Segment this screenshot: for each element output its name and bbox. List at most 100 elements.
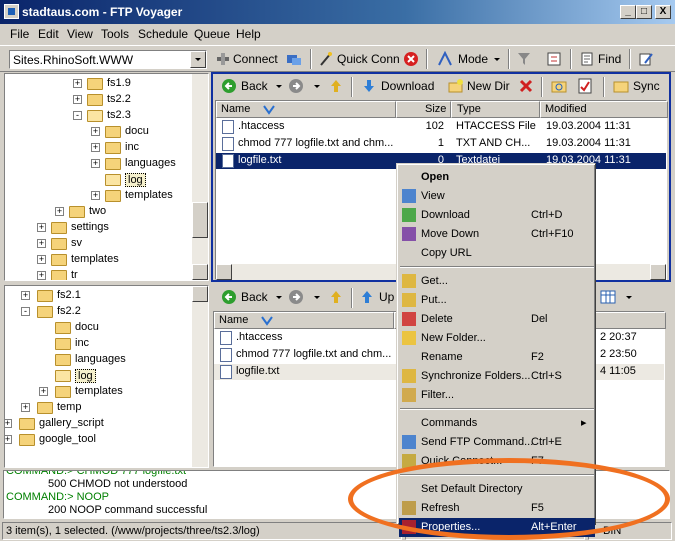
menu-edit[interactable]: Edit <box>38 27 59 41</box>
transfer-icon[interactable] <box>546 51 562 67</box>
mode-button[interactable]: Mode <box>458 52 488 66</box>
menu-schedule[interactable]: Schedule <box>138 27 188 41</box>
expand-icon[interactable]: + <box>91 127 100 136</box>
menu-view[interactable]: View <box>67 27 93 41</box>
tree-item-fs2.1[interactable]: + fs2.1 <box>5 288 190 304</box>
up-button[interactable]: Up <box>379 290 394 304</box>
expand-icon[interactable]: + <box>37 223 46 232</box>
close-button[interactable]: X <box>655 5 671 19</box>
menu-item-put[interactable]: Put... <box>399 291 595 310</box>
quick-conn-button[interactable]: Quick Conn <box>337 52 400 66</box>
menu-item-filter[interactable]: Filter... <box>399 386 595 405</box>
tree-item-ts2.2[interactable]: + ts2.2 <box>5 92 190 108</box>
tree-item-inc[interactable]: + inc <box>5 140 190 156</box>
local-folder-tree[interactable]: + fs2.1 - fs2.2 docu inc languages log + template… <box>4 285 209 468</box>
up-folder-icon[interactable] <box>328 78 344 94</box>
scroll-thumb[interactable] <box>192 202 208 238</box>
tree-item-docu[interactable]: docu <box>5 320 190 336</box>
refresh-folder-icon[interactable] <box>551 78 567 94</box>
collapse-icon[interactable]: - <box>21 307 30 316</box>
new-dir-button[interactable]: New Dir <box>467 79 510 93</box>
delete-icon[interactable] <box>518 78 534 94</box>
menu-item-commands[interactable]: Commands ▸ <box>399 414 595 433</box>
tree-item-docu[interactable]: + docu <box>5 124 190 140</box>
expand-icon[interactable]: + <box>55 207 64 216</box>
expand-icon[interactable]: + <box>5 435 12 444</box>
expand-icon[interactable]: + <box>91 191 100 200</box>
file-row[interactable]: chmod 777 logfile.txt and chm... 1 TXT AND… <box>216 136 666 152</box>
column-header-name[interactable]: Name <box>216 101 396 118</box>
scroll-right-button[interactable] <box>650 264 666 280</box>
back-button[interactable]: Back <box>241 79 268 93</box>
expand-icon[interactable]: + <box>5 419 12 428</box>
view-mode-dropdown-icon[interactable] <box>626 296 632 299</box>
expand-icon[interactable]: + <box>91 143 100 152</box>
site-select[interactable]: Sites.RhinoSoft.WWW <box>9 50 207 69</box>
menu-file[interactable]: File <box>10 27 29 41</box>
forward-dropdown-icon[interactable] <box>314 85 320 88</box>
expand-icon[interactable]: + <box>37 239 46 248</box>
view-mode-icon[interactable] <box>600 289 616 305</box>
expand-icon[interactable]: + <box>91 159 100 168</box>
column-header-size[interactable]: Size <box>396 101 451 118</box>
menu-item-new-folder[interactable]: New Folder... <box>399 329 595 348</box>
scroll-left-button[interactable] <box>216 264 232 280</box>
filter-icon[interactable] <box>516 51 532 67</box>
expand-icon[interactable]: + <box>37 271 46 280</box>
expand-icon[interactable]: + <box>73 79 82 88</box>
scroll-up-button[interactable] <box>192 286 208 302</box>
menu-item-open[interactable]: Open <box>399 168 595 187</box>
tree-item-templates[interactable]: + templates <box>5 252 190 268</box>
menu-tools[interactable]: Tools <box>101 27 129 41</box>
tree-item-ts2.3[interactable]: - ts2.3 <box>5 108 190 124</box>
maximize-button[interactable]: □ <box>636 5 652 19</box>
tree-item-settings[interactable]: + settings <box>5 220 190 236</box>
forward-icon[interactable] <box>288 289 304 305</box>
tree-item-inc[interactable]: inc <box>5 336 190 352</box>
menu-item-get[interactable]: Get... <box>399 272 595 291</box>
connect-button[interactable]: Connect <box>233 52 278 66</box>
edit-icon[interactable] <box>638 51 654 67</box>
find-button[interactable]: Find <box>598 52 621 66</box>
back-dropdown-icon[interactable] <box>276 85 282 88</box>
menu-item-synchronize-folders[interactable]: Synchronize Folders... Ctrl+S <box>399 367 595 386</box>
scroll-down-button[interactable] <box>192 264 208 280</box>
back-icon[interactable] <box>221 78 237 94</box>
minimize-button[interactable]: _ <box>620 5 636 19</box>
remote-tree-scrollbar[interactable] <box>192 74 208 280</box>
menu-help[interactable]: Help <box>236 27 261 41</box>
properties-icon[interactable] <box>577 78 593 94</box>
menu-item-move-down[interactable]: Move Down Ctrl+F10 <box>399 225 595 244</box>
local-tree-scrollbar[interactable] <box>192 286 208 467</box>
tree-item-two[interactable]: + two <box>5 204 190 220</box>
expand-icon[interactable]: + <box>37 255 46 264</box>
file-row[interactable]: .htaccess 102 HTACCESS File 19.03.2004 11:3… <box>216 119 666 135</box>
tree-item-log[interactable]: log <box>5 172 190 188</box>
back-dropdown-icon[interactable] <box>276 296 282 299</box>
column-header-name[interactable]: Name <box>214 312 394 329</box>
menu-item-send-ftp-command[interactable]: Send FTP Command... Ctrl+E <box>399 433 595 452</box>
tree-item-templates[interactable]: + templates <box>5 188 190 204</box>
column-header-type[interactable]: Type <box>451 101 540 118</box>
tree-item-fs2.2[interactable]: - fs2.2 <box>5 304 190 320</box>
menu-item-rename[interactable]: Rename F2 <box>399 348 595 367</box>
download-button[interactable]: Download <box>381 79 434 93</box>
stop-icon[interactable] <box>403 51 419 67</box>
forward-dropdown-icon[interactable] <box>314 296 320 299</box>
tree-item-templates[interactable]: + templates <box>5 384 190 400</box>
mode-dropdown-icon[interactable] <box>494 58 500 61</box>
tree-item-languages[interactable]: languages <box>5 352 190 368</box>
tree-item-sv[interactable]: + sv <box>5 236 190 252</box>
tree-item-fs1.9[interactable]: + fs1.9 <box>5 76 190 92</box>
menu-queue[interactable]: Queue <box>194 27 230 41</box>
back-icon[interactable] <box>221 289 237 305</box>
disconnect-icon[interactable] <box>286 51 302 67</box>
back-button[interactable]: Back <box>241 290 268 304</box>
sync-button[interactable]: Sync <box>633 79 660 93</box>
menu-item-download[interactable]: Download Ctrl+D <box>399 206 595 225</box>
tree-item-google_tool[interactable]: + google_tool <box>5 432 190 448</box>
chevron-down-icon[interactable] <box>190 51 206 68</box>
tree-item-temp[interactable]: + temp <box>5 400 190 416</box>
up-folder-icon[interactable] <box>328 289 344 305</box>
collapse-icon[interactable]: - <box>73 111 82 120</box>
